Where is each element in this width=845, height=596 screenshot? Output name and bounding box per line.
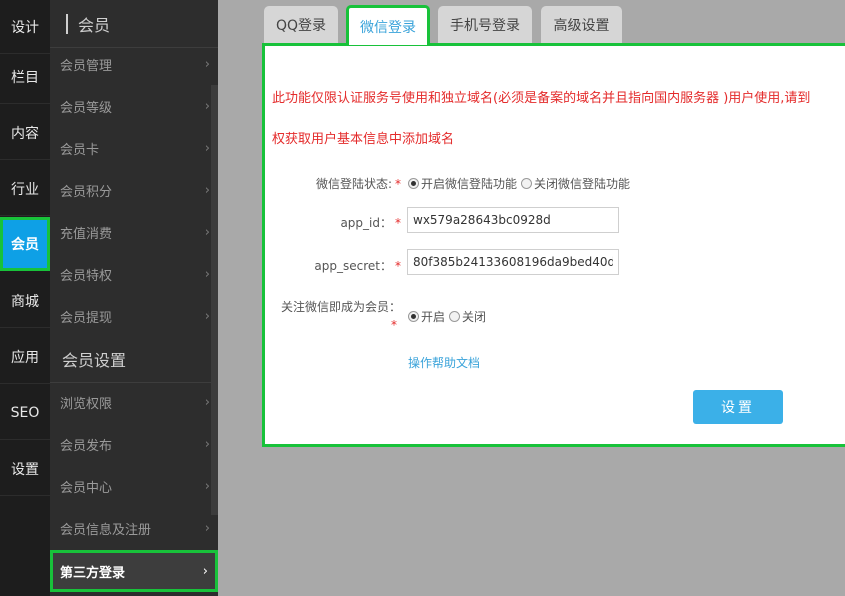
required-mark: * [395,216,401,230]
chevron-right-icon: › [204,394,210,410]
submenu-item-label: 浏览权限 [60,396,113,412]
submenu-section-title: 会员设置 [50,335,218,383]
tab-advanced-settings[interactable]: 高级设置 [541,6,622,44]
submenu-item-label: 会员提现 [60,310,113,326]
nav-apps[interactable]: 应用 [0,330,50,384]
submenu-item-label: 会员管理 [60,58,113,74]
submenu-title-text: 会员 [78,15,111,35]
submenu-item-privileges[interactable]: 会员特权 › [60,253,210,295]
submenu-item-label: 会员等级 [60,100,113,116]
save-settings-button[interactable]: 设置 [693,390,783,424]
chevron-right-icon: › [204,266,210,282]
submenu-item-label: 会员发布 [60,438,113,454]
nav-column[interactable]: 栏目 [0,50,50,104]
follow-required-mark: * [388,318,397,332]
required-mark: * [395,177,401,191]
submenu-item-member-level[interactable]: 会员等级 › [60,85,210,127]
wechat-status-label: 微信登陆状态: * [316,175,401,192]
nav-design[interactable]: 设计 [0,0,50,54]
tab-wechat-login[interactable]: 微信登录 [346,5,430,45]
member-submenu: 会员 会员管理 › 会员等级 › 会员卡 › 会员积分 › 充值消费 › 会员特… [50,0,218,596]
nav-mall[interactable]: 商城 [0,274,50,328]
follow-options: 开启 关闭 [408,308,486,325]
chevron-right-icon: › [204,182,210,198]
chevron-right-icon: › [204,478,210,494]
secret-field[interactable] [407,249,619,275]
submenu-item-label: 会员中心 [60,480,113,496]
chevron-right-icon: › [204,140,210,156]
nav-settings[interactable]: 设置 [0,442,50,496]
wechat-off-label[interactable]: 关闭微信登陆功能 [534,175,630,192]
submenu-item-member-info-register[interactable]: 会员信息及注册 › [60,507,210,549]
required-mark: * [395,259,401,273]
left-nav: 设计 栏目 内容 行业 会员 商城 应用 SEO 设置 [0,0,50,596]
chevron-right-icon: › [204,436,210,452]
nav-member[interactable]: 会员 [0,217,50,271]
chevron-right-icon: › [204,308,210,324]
wechat-off-radio[interactable] [521,178,533,189]
submenu-item-label: 会员特权 [60,268,113,284]
appid-label: app_id： * [340,214,401,231]
submenu-item-label: 会员积分 [60,184,113,200]
submenu-item-recharge[interactable]: 充值消费 › [60,211,210,253]
notice-line-2: 权获取用户基本信息中添加域名 [272,132,455,147]
title-bar [66,13,68,34]
submenu-item-browse-permission[interactable]: 浏览权限 › [60,381,210,423]
submenu-item-label: 第三方登录 [60,565,126,581]
nav-content[interactable]: 内容 [0,106,50,160]
follow-off-label[interactable]: 关闭 [462,308,486,325]
submenu-scrollbar[interactable] [211,85,218,515]
submenu-item-member-points[interactable]: 会员积分 › [60,169,210,211]
follow-on-radio[interactable] [408,311,419,322]
wechat-status-options: 开启微信登陆功能 关闭微信登陆功能 [408,175,630,192]
submenu-item-member-card[interactable]: 会员卡 › [60,127,210,169]
follow-label: 关注微信即成为会员： [280,300,401,314]
wechat-on-label[interactable]: 开启微信登陆功能 [421,175,517,192]
submenu-item-member-center[interactable]: 会员中心 › [60,465,210,507]
submenu-item-label: 充值消费 [60,226,113,242]
submenu-item-label: 会员信息及注册 [60,522,152,538]
chevron-right-icon: › [204,98,210,114]
tab-qq-login[interactable]: QQ登录 [264,6,338,44]
chevron-right-icon: › [202,563,208,579]
submenu-title: 会员 [50,0,218,48]
appid-field[interactable] [407,207,619,233]
appid-label-text: app_id： [340,216,392,230]
tab-phone-login[interactable]: 手机号登录 [438,6,532,44]
wechat-login-panel: 此功能仅限认证服务号使用和独立域名(必须是备案的域名并且指向国内服务器 )用户使… [262,43,845,447]
submenu-item-label: 会员卡 [60,142,100,158]
follow-on-label[interactable]: 开启 [421,308,445,325]
nav-industry[interactable]: 行业 [0,162,50,216]
required-mark: * [391,318,397,332]
chevron-right-icon: › [204,56,210,72]
submenu-item-member-manage[interactable]: 会员管理 › [60,43,210,85]
secret-label: app_secret： * [314,257,401,274]
wechat-status-label-text: 微信登陆状态: [315,177,392,191]
chevron-right-icon: › [204,224,210,240]
chevron-right-icon: › [204,520,210,536]
nav-seo[interactable]: SEO [0,386,50,440]
submenu-item-withdraw[interactable]: 会员提现 › [60,295,210,337]
follow-off-radio[interactable] [449,311,461,322]
wechat-on-radio[interactable] [408,178,419,189]
submenu-item-member-publish[interactable]: 会员发布 › [60,423,210,465]
secret-label-text: app_secret： [314,259,392,273]
notice-line-1: 此功能仅限认证服务号使用和独立域名(必须是备案的域名并且指向国内服务器 )用户使… [272,91,811,106]
submenu-item-third-party-login[interactable]: 第三方登录 › [50,550,218,592]
help-doc-link[interactable]: 操作帮助文档 [408,354,480,371]
